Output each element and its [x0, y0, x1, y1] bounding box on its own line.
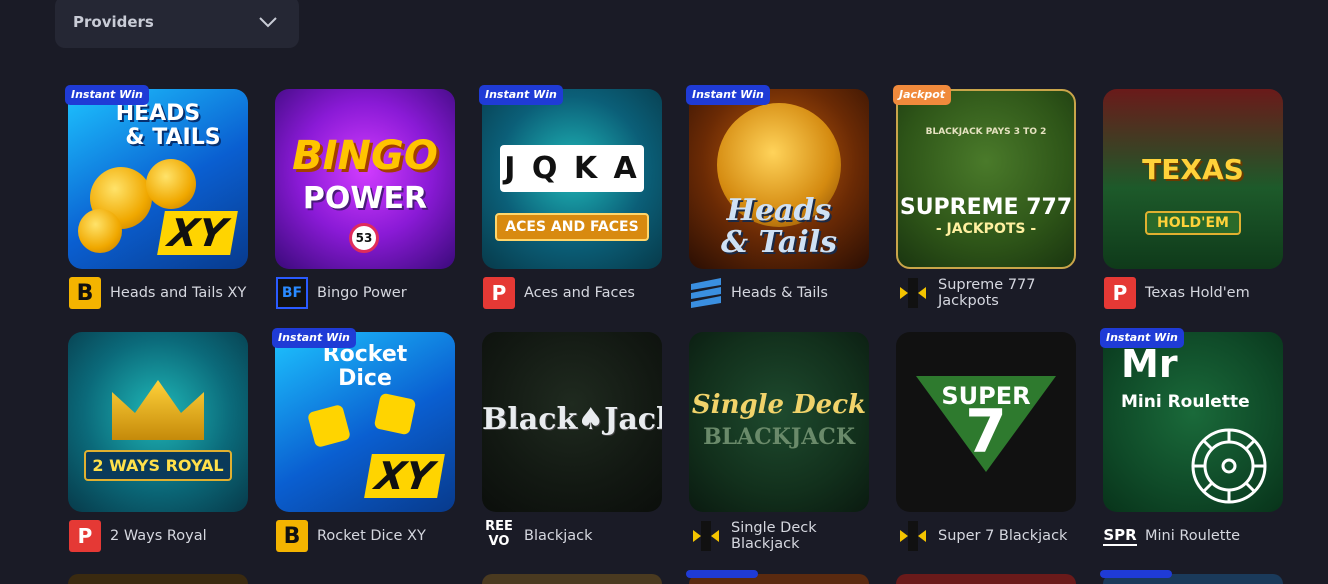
game-thumbnail[interactable]: SUPER 7: [896, 332, 1076, 512]
roulette-wheel-icon: [1191, 428, 1267, 504]
providers-filter-dropdown[interactable]: Providers: [55, 0, 299, 48]
coin-icon: [146, 159, 196, 209]
game-thumbnail[interactable]: Mr Mini Roulette: [1103, 332, 1283, 512]
bf-logo-icon: BF: [275, 276, 309, 310]
art-title: 2 WAYS ROYAL: [68, 450, 248, 481]
game-thumbnail[interactable]: Single Deck BLACKJACK: [689, 332, 869, 512]
game-card[interactable]: Instant Win J Q K A ACES AND FACES P Ace…: [479, 85, 662, 311]
dice-icon: [306, 403, 352, 449]
art-tag: XY: [157, 211, 238, 255]
art-title: Heads: [726, 193, 832, 228]
art-subtitle: & TAILS: [125, 125, 221, 150]
game-card[interactable]: Instant Win Rocket Dice XY B Rocket Dice…: [272, 328, 455, 554]
wave-logo-icon: [689, 276, 723, 310]
bb-logo-icon: [896, 519, 930, 553]
art-title: Black♠Jack: [482, 402, 662, 437]
game-title[interactable]: Supreme 777 Jackpots: [938, 277, 1076, 309]
game-card[interactable]: Jackpot BLACKJACK PAYS 3 TO 2 SUPREME 77…: [893, 85, 1076, 311]
art-subtitle: HOLD'EM: [1103, 211, 1283, 235]
game-title[interactable]: Heads and Tails XY: [110, 285, 246, 301]
bb-logo-icon: [896, 276, 930, 310]
art-subtitle: Dice: [338, 366, 392, 391]
bingo-ball-icon: 53: [349, 223, 379, 253]
game-title[interactable]: Single Deck Blackjack: [731, 520, 869, 552]
game-card[interactable]: Instant Win Heads & Tails Heads & Tails: [686, 85, 869, 311]
game-card[interactable]: Instant Win Mr Mini Roulette SPR Mini Ro…: [1100, 328, 1283, 554]
game-card[interactable]: 2 WAYS ROYAL P 2 Ways Royal: [68, 332, 248, 554]
coin-icon: [78, 209, 122, 253]
b-logo-icon: B: [68, 276, 102, 310]
chevron-down-icon: [259, 17, 277, 28]
bb-logo-icon: [689, 519, 723, 553]
game-title[interactable]: Super 7 Blackjack: [938, 528, 1067, 544]
next-row-peek: [68, 570, 1283, 584]
providers-filter-label: Providers: [73, 13, 154, 31]
game-title[interactable]: Rocket Dice XY: [317, 528, 426, 544]
game-thumbnail[interactable]: Heads & Tails: [689, 89, 869, 269]
art-subtitle: ACES AND FACES: [482, 213, 662, 241]
game-title[interactable]: Texas Hold'em: [1145, 285, 1250, 301]
game-card[interactable]: BINGO POWER 53 BF Bingo Power: [275, 89, 455, 311]
game-title[interactable]: Heads & Tails: [731, 285, 828, 301]
game-card[interactable]: SUPER 7 Super 7 Blackjack: [896, 332, 1076, 554]
jackpot-badge: Jackpot: [893, 85, 952, 105]
game-title[interactable]: Bingo Power: [317, 285, 407, 301]
p-logo-icon: P: [68, 519, 102, 553]
reevo-logo-icon: REE VO: [485, 519, 513, 549]
game-card[interactable]: TEXAS HOLD'EM P Texas Hold'em: [1103, 89, 1283, 311]
art-title: Mini Roulette: [1121, 392, 1250, 412]
game-thumbnail[interactable]: J Q K A ACES AND FACES: [482, 89, 662, 269]
game-thumbnail[interactable]: Black♠Jack: [482, 332, 662, 512]
art-banner: BLACKJACK PAYS 3 TO 2: [925, 127, 1047, 137]
instant-win-badge: Instant Win: [686, 85, 770, 105]
game-thumbnail[interactable]: BINGO POWER 53: [275, 89, 455, 269]
dice-icon: [373, 392, 417, 436]
game-title[interactable]: Mini Roulette: [1145, 528, 1240, 544]
art-cards: J Q K A: [482, 145, 662, 192]
instant-win-badge: Instant Win: [479, 85, 563, 105]
instant-win-badge: Instant Win: [1100, 328, 1184, 348]
art-title: TEXAS: [1142, 153, 1244, 186]
game-title[interactable]: Blackjack: [524, 528, 593, 544]
art-subtitle: BLACKJACK: [703, 424, 855, 450]
art-subtitle: 7: [965, 397, 1007, 467]
game-card[interactable]: Single Deck BLACKJACK Single Deck Blackj…: [689, 332, 869, 554]
game-thumbnail[interactable]: HEADS & TAILS XY: [68, 89, 248, 269]
game-card[interactable]: Instant Win HEADS & TAILS XY B Heads and…: [65, 85, 248, 311]
art-title: Single Deck: [691, 390, 867, 420]
b-logo-icon: B: [275, 519, 309, 553]
spr-logo-icon: SPR: [1103, 526, 1137, 546]
art-subtitle: - JACKPOTS -: [935, 221, 1037, 237]
instant-win-badge: Instant Win: [272, 328, 356, 348]
art-tag: XY: [364, 454, 445, 498]
p-logo-icon: P: [482, 276, 516, 310]
game-title[interactable]: Aces and Faces: [524, 285, 635, 301]
game-title[interactable]: 2 Ways Royal: [110, 528, 207, 544]
crown-icon: [112, 380, 204, 440]
game-thumbnail[interactable]: TEXAS HOLD'EM: [1103, 89, 1283, 269]
instant-win-badge: Instant Win: [65, 85, 149, 105]
game-thumbnail[interactable]: BLACKJACK PAYS 3 TO 2 SUPREME 777 - JACK…: [896, 89, 1076, 269]
art-subtitle: POWER: [302, 181, 428, 216]
p-logo-icon: P: [1103, 276, 1137, 310]
game-thumbnail[interactable]: 2 WAYS ROYAL: [68, 332, 248, 512]
game-thumbnail[interactable]: Rocket Dice XY: [275, 332, 455, 512]
art-logo: Mr: [1121, 342, 1178, 386]
art-subtitle: & Tails: [720, 225, 838, 260]
art-title: SUPREME 777: [899, 195, 1073, 220]
game-card[interactable]: Black♠Jack REE VO Blackjack: [482, 332, 662, 554]
art-title: BINGO: [292, 133, 438, 179]
